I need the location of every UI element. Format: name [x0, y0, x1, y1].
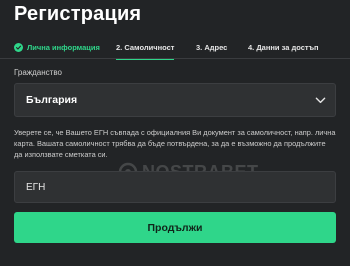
steps-divider [0, 58, 350, 59]
citizenship-label: Гражданство [14, 68, 62, 77]
citizenship-value: България [26, 94, 78, 106]
citizenship-select[interactable]: България [14, 83, 336, 117]
step-label: 4. Данни за достъп [248, 42, 319, 52]
continue-button[interactable]: Продължи [14, 212, 336, 243]
registration-steps: Лична информация 2. Самоличност 3. Адрес… [0, 36, 350, 60]
egn-field[interactable] [14, 171, 336, 203]
chevron-down-icon [315, 97, 326, 104]
step-label: 3. Адрес [196, 42, 228, 52]
check-circle-icon [14, 42, 23, 52]
step-personal-info[interactable]: Лична информация [14, 36, 100, 58]
step-label: Лична информация [27, 42, 100, 52]
identity-notice: Уверете се, че Вашето ЕГН съвпада с офиц… [14, 128, 336, 159]
step-address[interactable]: 3. Адрес [196, 36, 227, 58]
step-identity[interactable]: 2. Самоличност [116, 36, 175, 60]
step-label: 2. Самоличност [116, 42, 175, 52]
page-title: Регистрация [14, 3, 142, 25]
step-access-data[interactable]: 4. Данни за достъп [248, 36, 319, 58]
egn-input[interactable] [26, 181, 335, 193]
